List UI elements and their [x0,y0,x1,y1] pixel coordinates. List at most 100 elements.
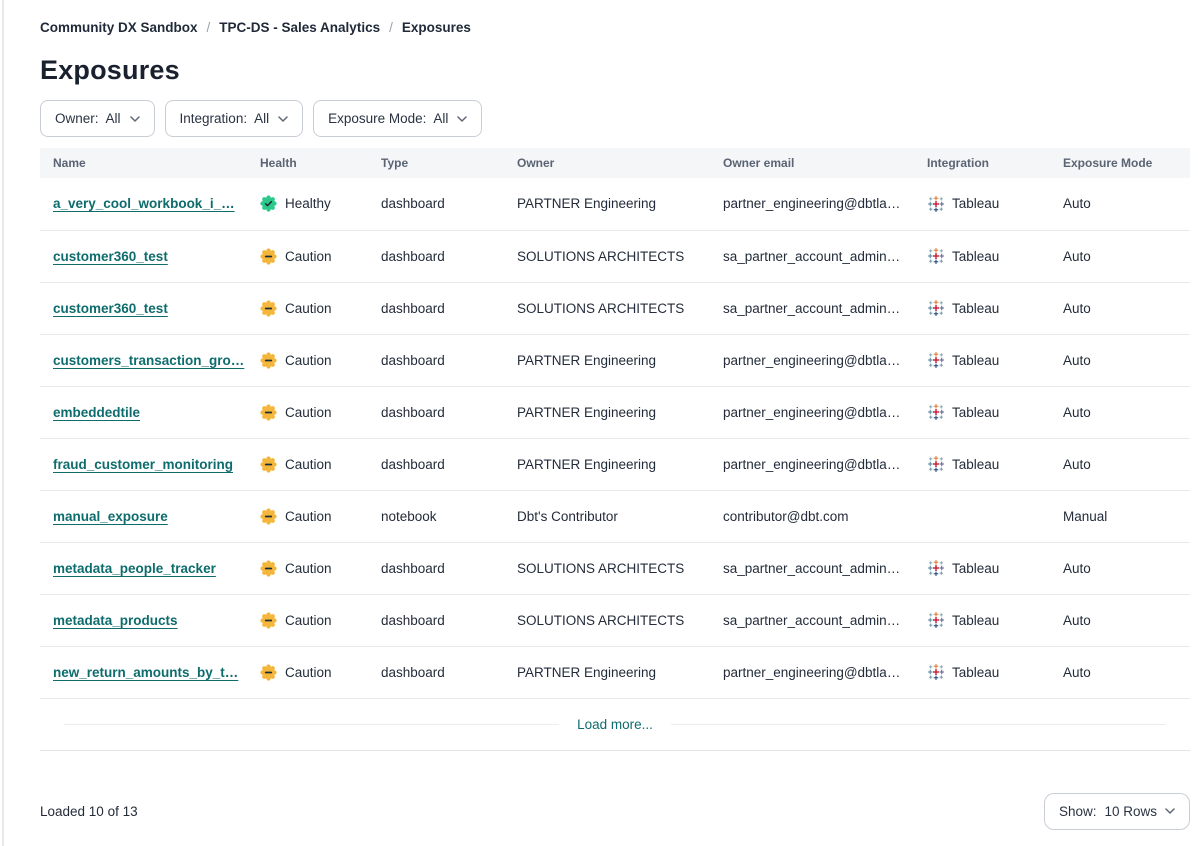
health-label: Caution [285,353,332,368]
load-more-link[interactable]: Load more... [559,717,671,732]
pagination-footer: Loaded 10 of 13 Show: 10 Rows [40,793,1190,830]
exposure-name-link[interactable]: manual_exposure [53,509,168,524]
table-row: metadata_products [40,594,1190,646]
exposure-name-link[interactable]: metadata_products [53,613,178,628]
owner-filter-button[interactable]: Owner: All [40,100,155,137]
integration-label: Tableau [952,665,999,680]
health-label: Caution [285,301,332,316]
integration-cell-content: Tableau [927,195,1063,213]
health-label: Healthy [285,196,331,211]
filter-value: All [433,111,448,126]
chevron-down-icon [278,116,288,122]
exposure-name-link[interactable]: new_return_amounts_by_t… [53,665,238,680]
owner-email-cell: partner_engineering@dbtla… [723,178,927,230]
column-header-integration: Integration [927,148,1063,178]
table-body: a_very_cool_workbook_i_… [40,178,1190,698]
breadcrumb-separator: / [389,20,393,35]
health-badge-icon [260,508,277,525]
health-label: Caution [285,457,332,472]
health-label: Caution [285,405,332,420]
exposure-mode-cell: Auto [1063,646,1190,698]
type-cell: notebook [381,490,517,542]
panel-divider [2,0,4,846]
breadcrumb-environment[interactable]: TPC-DS - Sales Analytics [219,20,380,35]
health-label: Caution [285,613,332,628]
owner-email-cell: sa_partner_account_admin… [723,282,927,334]
owner-email-cell: partner_engineering@dbtla… [723,438,927,490]
tableau-icon [927,611,945,629]
table-row: manual_exposure [40,490,1190,542]
chevron-down-icon [1165,808,1175,814]
type-cell: dashboard [381,646,517,698]
exposures-page: Community DX Sandbox / TPC-DS - Sales An… [40,0,1190,830]
owner-cell: PARTNER Engineering [517,438,723,490]
exposure-mode-cell: Auto [1063,178,1190,230]
show-rows-button[interactable]: Show: 10 Rows [1044,793,1190,830]
owner-email-cell: sa_partner_account_admin… [723,594,927,646]
owner-cell: SOLUTIONS ARCHITECTS [517,230,723,282]
filter-value: All [254,111,269,126]
table-row: embeddedtile [40,386,1190,438]
exposure-name-link[interactable]: fraud_customer_monitoring [53,457,233,472]
exposure-name-link[interactable]: a_very_cool_workbook_i_… [53,196,235,211]
owner-email-cell: partner_engineering@dbtla… [723,334,927,386]
integration-cell-content: Tableau [927,455,1063,473]
exposure-mode-cell: Auto [1063,542,1190,594]
type-cell: dashboard [381,334,517,386]
exposure-mode-filter-button[interactable]: Exposure Mode: All [313,100,482,137]
table-row: metadata_people_tracker [40,542,1190,594]
breadcrumb-separator: / [207,20,211,35]
column-header-type: Type [381,148,517,178]
health-label: Caution [285,509,332,524]
breadcrumb-project[interactable]: Community DX Sandbox [40,20,198,35]
exposure-name-link[interactable]: customer360_test [53,249,168,264]
exposure-name-link[interactable]: customers_transaction_gro… [53,353,244,368]
owner-email-cell: contributor@dbt.com [723,490,927,542]
owner-email-cell: sa_partner_account_admin… [723,542,927,594]
integration-label: Tableau [952,405,999,420]
health-badge-icon [260,248,277,265]
tableau-icon [927,559,945,577]
integration-label: Tableau [952,613,999,628]
exposure-name-link[interactable]: customer360_test [53,301,168,316]
tableau-icon [927,351,945,369]
type-cell: dashboard [381,230,517,282]
exposures-table: Name Health Type Owner Owner email Integ… [40,148,1190,699]
integration-label: Tableau [952,457,999,472]
exposure-name-link[interactable]: embeddedtile [53,405,140,420]
health-badge-icon [260,612,277,629]
integration-label: Tableau [952,353,999,368]
health-badge-icon [260,456,277,473]
owner-cell: PARTNER Engineering [517,334,723,386]
filter-label: Integration: [180,111,248,126]
table-row: customers_transaction_gro… [40,334,1190,386]
tableau-icon [927,455,945,473]
health-badge-icon [260,352,277,369]
exposure-mode-cell: Auto [1063,438,1190,490]
exposure-mode-cell: Auto [1063,594,1190,646]
type-cell: dashboard [381,178,517,230]
table-header-row: Name Health Type Owner Owner email Integ… [40,148,1190,178]
tableau-icon [927,247,945,265]
page-title: Exposures [40,55,1190,86]
integration-cell-content: Tableau [927,403,1063,421]
integration-label: Tableau [952,561,999,576]
filter-value: All [106,111,121,126]
integration-filter-button[interactable]: Integration: All [165,100,304,137]
show-value: 10 Rows [1104,804,1157,819]
health-badge-icon [260,664,277,681]
owner-email-cell: partner_engineering@dbtla… [723,386,927,438]
health-label: Caution [285,249,332,264]
integration-cell-content: Tableau [927,247,1063,265]
exposure-name-link[interactable]: metadata_people_tracker [53,561,216,576]
column-header-owner-email: Owner email [723,148,927,178]
type-cell: dashboard [381,438,517,490]
owner-cell: PARTNER Engineering [517,646,723,698]
breadcrumb: Community DX Sandbox / TPC-DS - Sales An… [40,20,1190,35]
tableau-icon [927,299,945,317]
health-badge-icon [260,404,277,421]
exposure-mode-cell: Auto [1063,230,1190,282]
health-badge-icon [260,300,277,317]
integration-label: Tableau [952,196,999,211]
filter-bar: Owner: All Integration: All Exposure Mod… [40,100,1190,137]
